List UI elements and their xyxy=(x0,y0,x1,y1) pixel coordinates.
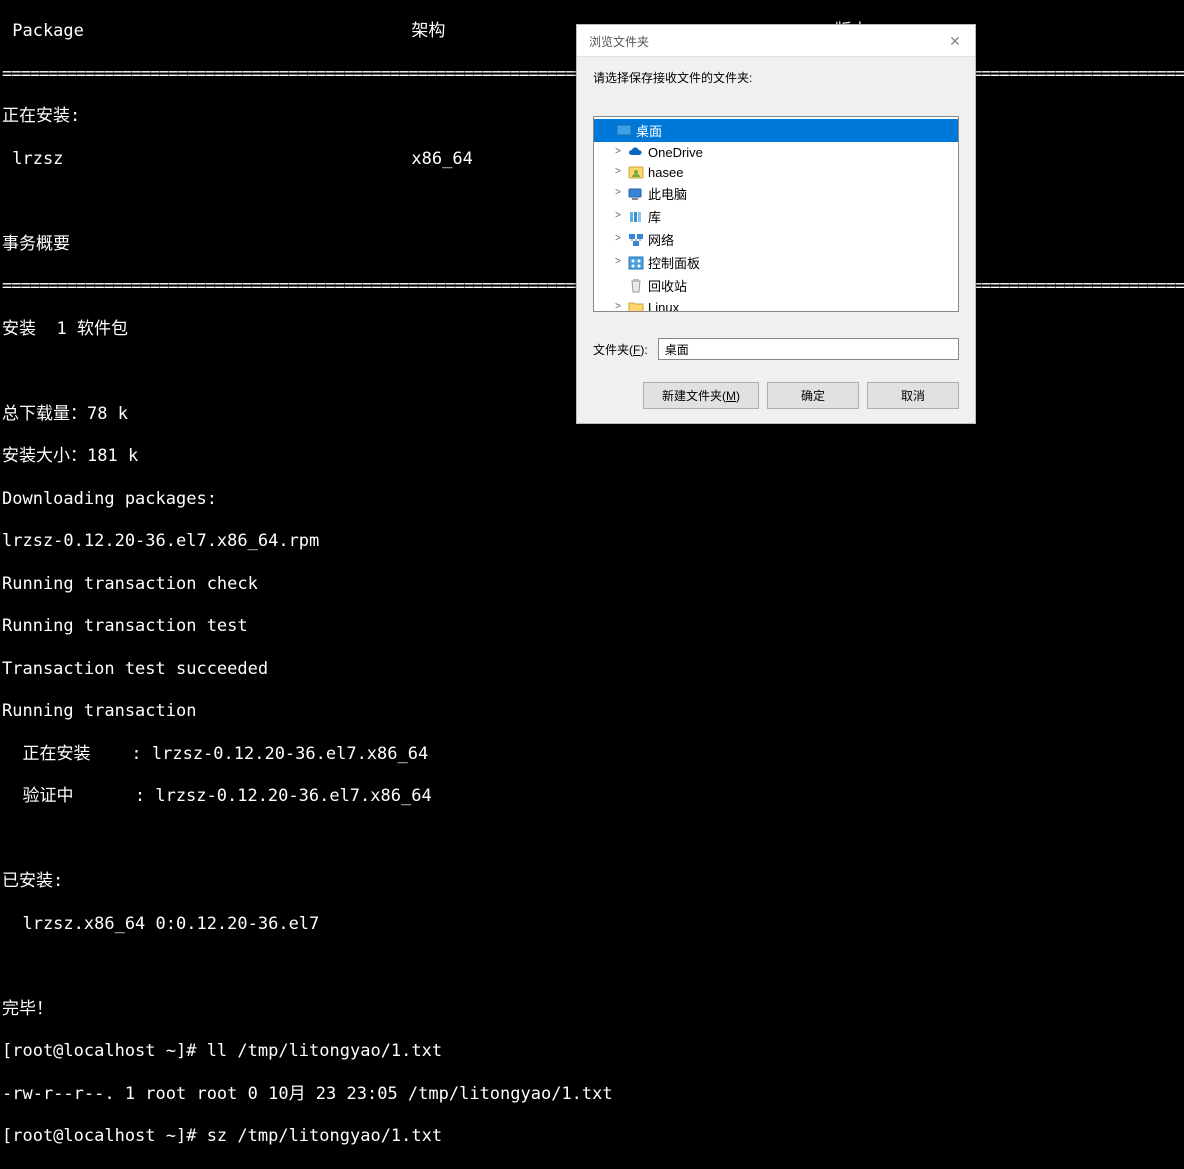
new-folder-button[interactable]: 新建文件夹(M) xyxy=(643,382,759,409)
folder-tree[interactable]: 桌面>OneDrive>hasee>此电脑>库>网络>控制面板回收站>Linux xyxy=(593,116,959,312)
downloading-packages: Downloading packages: xyxy=(2,489,1182,510)
tree-item-库[interactable]: >库 xyxy=(594,205,958,228)
installing-step: 正在安装 : lrzsz-0.12.20-36.el7.x86_64 xyxy=(2,744,1182,765)
dialog-instruction: 请选择保存接收文件的文件夹: xyxy=(593,69,959,86)
verify-step: 验证中 : lrzsz-0.12.20-36.el7.x86_64 xyxy=(2,786,1182,807)
expander-icon[interactable]: > xyxy=(612,167,624,178)
tree-item-label: 网络 xyxy=(648,230,674,249)
expander-icon[interactable]: > xyxy=(612,188,624,199)
pc-icon xyxy=(628,186,644,202)
recycle-icon xyxy=(628,278,644,294)
installed-pkg: lrzsz.x86_64 0:0.12.20-36.el7 xyxy=(2,914,1182,935)
tree-item-桌面[interactable]: 桌面 xyxy=(594,119,958,142)
tree-item-label: 此电脑 xyxy=(648,184,687,203)
folder-input[interactable] xyxy=(658,338,959,360)
onedrive-icon xyxy=(628,144,644,160)
close-icon[interactable]: ✕ xyxy=(945,33,965,50)
control-icon xyxy=(628,255,644,271)
col-package: Package xyxy=(2,21,84,41)
tree-item-label: 桌面 xyxy=(636,121,662,140)
pkg-name: lrzsz xyxy=(2,149,63,169)
dialog-titlebar[interactable]: 浏览文件夹 ✕ xyxy=(577,25,975,57)
pkg-arch: x86_64 xyxy=(411,149,472,169)
tree-item-Linux[interactable]: > Linux xyxy=(594,297,958,312)
test-succeeded: Transaction test succeeded xyxy=(2,659,1182,680)
prompt-ll: [root@localhost ~]# ll /tmp/litongyao/1.… xyxy=(2,1041,1182,1062)
prompt-sz: [root@localhost ~]# sz /tmp/litongyao/1.… xyxy=(2,1126,1182,1147)
tree-item-label: 控制面板 xyxy=(648,253,700,272)
expander-icon[interactable]: > xyxy=(612,211,624,222)
col-arch: 架构 xyxy=(411,21,445,41)
install-size: 安装大小：181 k xyxy=(2,446,1182,467)
installed-header: 已安装: xyxy=(2,871,1182,892)
rpm-file: lrzsz-0.12.20-36.el7.x86_64.rpm xyxy=(2,531,1182,552)
tree-item-控制面板[interactable]: > 控制面板 xyxy=(594,251,958,274)
tree-item-此电脑[interactable]: > 此电脑 xyxy=(594,182,958,205)
ok-button[interactable]: 确定 xyxy=(767,382,859,409)
desktop-icon xyxy=(616,123,632,139)
folder-icon xyxy=(628,299,644,312)
expander-icon[interactable]: > xyxy=(612,302,624,313)
run-test: Running transaction test xyxy=(2,616,1182,637)
tree-item-label: hasee xyxy=(648,165,683,180)
tree-item-label: Linux xyxy=(648,300,679,313)
expander-icon[interactable]: > xyxy=(612,234,624,245)
run-transaction: Running transaction xyxy=(2,701,1182,722)
expander-icon[interactable]: > xyxy=(612,257,624,268)
library-icon xyxy=(628,209,644,225)
dialog-title: 浏览文件夹 xyxy=(589,33,649,50)
tree-item-回收站[interactable]: 回收站 xyxy=(594,274,958,297)
cancel-button[interactable]: 取消 xyxy=(867,382,959,409)
tree-item-label: OneDrive xyxy=(648,145,703,160)
tree-item-网络[interactable]: > 网络 xyxy=(594,228,958,251)
tree-item-OneDrive[interactable]: > OneDrive xyxy=(594,142,958,162)
folder-field-label: 文件夹(F): xyxy=(593,341,648,358)
tree-item-label: 库 xyxy=(648,207,661,226)
tree-item-hasee[interactable]: > hasee xyxy=(594,162,958,182)
tree-item-label: 回收站 xyxy=(648,276,687,295)
ll-output: -rw-r--r--. 1 root root 0 10月 23 23:05 /… xyxy=(2,1084,1182,1105)
user-icon xyxy=(628,164,644,180)
expander-icon[interactable]: > xyxy=(612,147,624,158)
browse-folder-dialog: 浏览文件夹 ✕ 请选择保存接收文件的文件夹: 桌面 > OneDrive > hasee… xyxy=(576,24,976,424)
run-check: Running transaction check xyxy=(2,574,1182,595)
complete: 完毕！ xyxy=(2,999,1182,1020)
network-icon xyxy=(628,232,644,248)
